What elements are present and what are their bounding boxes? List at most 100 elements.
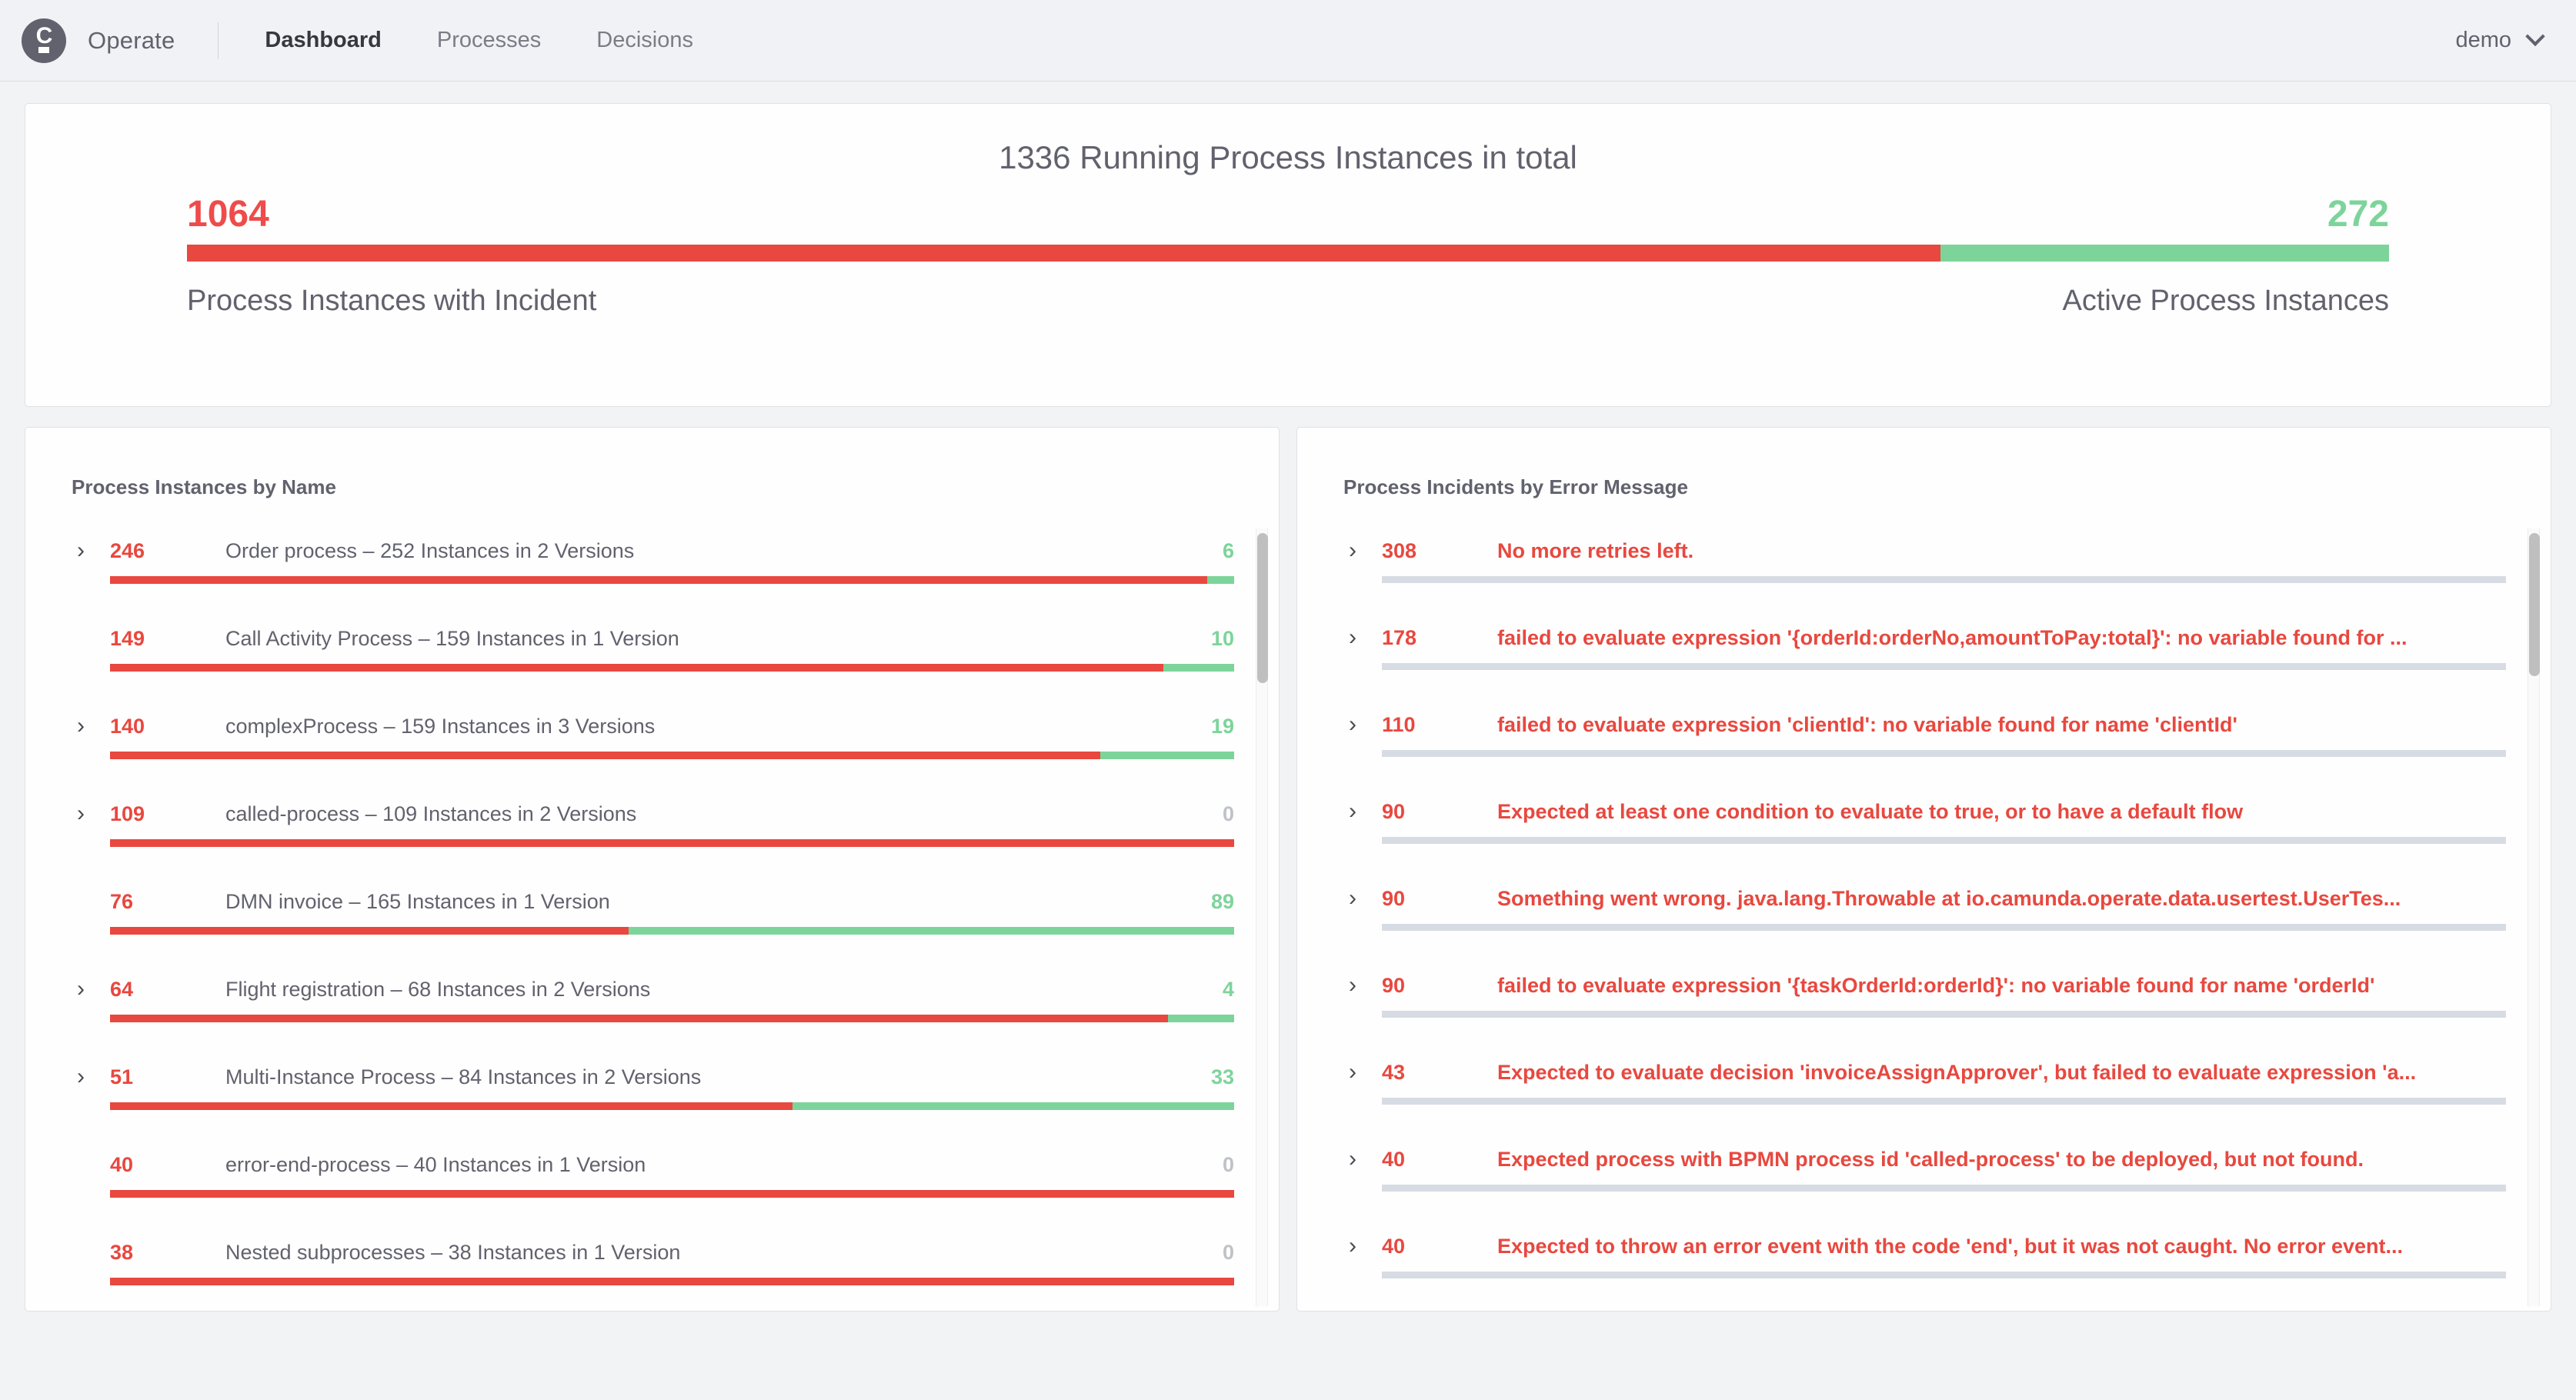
process-incidents-panel-title: Process Incidents by Error Message: [1343, 475, 1688, 498]
chevron-right-icon[interactable]: ›: [72, 715, 90, 738]
process-name-label[interactable]: DMN invoice – 165 Instances in 1 Version: [225, 890, 1191, 914]
incident-error-message[interactable]: Something went wrong. java.lang.Throwabl…: [1497, 887, 2506, 911]
process-incident-count[interactable]: 109: [110, 802, 225, 826]
chevron-right-icon[interactable]: ›: [72, 978, 90, 1001]
active-instances-label: Active Process Instances: [2062, 285, 2389, 317]
incident-count[interactable]: 43: [1382, 1061, 1497, 1085]
process-active-count[interactable]: 0: [1203, 802, 1234, 826]
incident-count[interactable]: 90: [1382, 974, 1497, 998]
incident-instances-count[interactable]: 1064: [187, 193, 269, 235]
process-active-count[interactable]: 0: [1203, 1241, 1234, 1265]
process-bar-incident-segment: [110, 664, 1163, 672]
process-name-label[interactable]: Multi-Instance Process – 84 Instances in…: [225, 1065, 1191, 1089]
metrics-values-row: 1064 272: [187, 193, 2389, 235]
incident-error-message[interactable]: Expected process with BPMN process id 'c…: [1497, 1148, 2506, 1172]
process-incident-count[interactable]: 140: [110, 715, 225, 738]
process-name-label[interactable]: called-process – 109 Instances in 2 Vers…: [225, 802, 1191, 826]
main-nav: Dashboard Processes Decisions: [265, 28, 693, 53]
incident-row-head[interactable]: › 43 Expected to evaluate decision 'invoic…: [1343, 1058, 2506, 1087]
process-row-head[interactable]: › 64 Flight registration – 68 Instances in…: [72, 975, 1234, 1004]
process-name-label[interactable]: Call Activity Process – 159 Instances in…: [225, 627, 1191, 651]
process-row-head[interactable]: ›38Nested subprocesses – 38 Instances in…: [72, 1238, 1234, 1267]
process-row-head[interactable]: ›76DMN invoice – 165 Instances in 1 Vers…: [72, 887, 1234, 916]
process-active-count[interactable]: 0: [1203, 1153, 1234, 1177]
active-instances-count[interactable]: 272: [2327, 193, 2389, 235]
process-bar-active-segment: [628, 927, 1234, 935]
chevron-right-icon[interactable]: ›: [1343, 1235, 1362, 1258]
process-row-head[interactable]: › 51 Multi-Instance Process – 84 Instances…: [72, 1062, 1234, 1092]
process-incident-count[interactable]: 246: [110, 539, 225, 563]
process-list-scrollbar[interactable]: [1256, 528, 1268, 1306]
process-incident-count[interactable]: 51: [110, 1065, 225, 1089]
process-incident-count[interactable]: 40: [110, 1153, 225, 1177]
incident-row-head[interactable]: › 308 No more retries left.: [1343, 536, 2506, 565]
incident-error-message[interactable]: failed to evaluate expression '{taskOrde…: [1497, 974, 2506, 998]
nav-item-decisions[interactable]: Decisions: [596, 28, 693, 53]
chevron-right-icon[interactable]: ›: [1343, 887, 1362, 910]
process-active-count[interactable]: 89: [1203, 890, 1234, 914]
incident-count[interactable]: 40: [1382, 1235, 1497, 1258]
incident-row-head[interactable]: › 90 failed to evaluate expression '{taskO…: [1343, 971, 2506, 1000]
incident-row-head[interactable]: › 90 Expected at least one condition to ev…: [1343, 797, 2506, 826]
incident-error-message[interactable]: failed to evaluate expression 'clientId'…: [1497, 713, 2506, 737]
chevron-right-icon[interactable]: ›: [72, 1065, 90, 1088]
incident-row-head[interactable]: › 110 failed to evaluate expression 'clien…: [1343, 710, 2506, 739]
process-active-count[interactable]: 19: [1203, 715, 1234, 738]
nav-item-dashboard[interactable]: Dashboard: [265, 28, 381, 53]
process-row-head[interactable]: › 109 called-process – 109 Instances in 2 …: [72, 799, 1234, 828]
process-bar-incident-segment: [110, 1102, 792, 1110]
process-incident-count[interactable]: 76: [110, 890, 225, 914]
incident-count[interactable]: 40: [1382, 1148, 1497, 1172]
incident-count[interactable]: 178: [1382, 626, 1497, 650]
incident-count[interactable]: 110: [1382, 713, 1497, 737]
nav-item-processes[interactable]: Processes: [437, 28, 541, 53]
process-active-count[interactable]: 10: [1203, 627, 1234, 651]
incident-count[interactable]: 90: [1382, 887, 1497, 911]
incident-count[interactable]: 308: [1382, 539, 1497, 563]
process-name-label[interactable]: Nested subprocesses – 38 Instances in 1 …: [225, 1241, 1191, 1265]
process-row-bar: [110, 576, 1234, 584]
chevron-right-icon[interactable]: ›: [1343, 626, 1362, 649]
chevron-right-icon[interactable]: ›: [1343, 800, 1362, 823]
metrics-bar-incident-segment[interactable]: [187, 245, 1941, 262]
process-row-head[interactable]: ›40error-end-process – 40 Instances in 1…: [72, 1150, 1234, 1179]
process-name-label[interactable]: Flight registration – 68 Instances in 2 …: [225, 978, 1191, 1002]
process-name-label[interactable]: Order process – 252 Instances in 2 Versi…: [225, 539, 1191, 563]
chevron-right-icon[interactable]: ›: [72, 539, 90, 562]
process-name-label[interactable]: complexProcess – 159 Instances in 3 Vers…: [225, 715, 1191, 738]
incident-error-message[interactable]: No more retries left.: [1497, 539, 2506, 563]
incident-error-message[interactable]: Expected to throw an error event with th…: [1497, 1235, 2506, 1258]
process-active-count[interactable]: 33: [1203, 1065, 1234, 1089]
chevron-right-icon[interactable]: ›: [1343, 539, 1362, 562]
chevron-right-icon[interactable]: ›: [72, 802, 90, 825]
process-incident-count[interactable]: 149: [110, 627, 225, 651]
incident-error-message[interactable]: Expected at least one condition to evalu…: [1497, 800, 2506, 824]
process-row-head[interactable]: ›149Call Activity Process – 159 Instance…: [72, 624, 1234, 653]
process-incident-count[interactable]: 64: [110, 978, 225, 1002]
incident-row-head[interactable]: › 178 failed to evaluate expression '{orde…: [1343, 623, 2506, 652]
process-name-label[interactable]: error-end-process – 40 Instances in 1 Ve…: [225, 1153, 1191, 1177]
process-incident-count[interactable]: 38: [110, 1241, 225, 1265]
incident-error-message[interactable]: failed to evaluate expression '{orderId:…: [1497, 626, 2506, 650]
process-row-bar: [110, 1190, 1234, 1198]
incident-row-head[interactable]: › 90 Something went wrong. java.lang.Throw…: [1343, 884, 2506, 913]
brand-group[interactable]: C Operate: [22, 18, 175, 63]
process-row-head[interactable]: › 246 Order process – 252 Instances in 2 V…: [72, 536, 1234, 565]
incident-list-scrollbar-thumb[interactable]: [2529, 533, 2540, 676]
incident-count[interactable]: 90: [1382, 800, 1497, 824]
chevron-right-icon[interactable]: ›: [1343, 1148, 1362, 1171]
incident-row-head[interactable]: › 40 Expected process with BPMN process id…: [1343, 1145, 2506, 1174]
chevron-right-icon[interactable]: ›: [1343, 713, 1362, 736]
process-active-count[interactable]: 4: [1203, 978, 1234, 1002]
chevron-right-icon[interactable]: ›: [1343, 1061, 1362, 1084]
process-list-scrollbar-thumb[interactable]: [1257, 533, 1268, 683]
process-row-head[interactable]: › 140 complexProcess – 159 Instances in 3 …: [72, 712, 1234, 741]
process-row: › 140 complexProcess – 159 Instances in 3 …: [72, 712, 1234, 759]
incident-row-head[interactable]: › 40 Expected to throw an error event with…: [1343, 1232, 2506, 1261]
chevron-right-icon[interactable]: ›: [1343, 974, 1362, 997]
incident-error-message[interactable]: Expected to evaluate decision 'invoiceAs…: [1497, 1061, 2506, 1085]
metrics-bar-active-segment[interactable]: [1940, 245, 2389, 262]
user-menu[interactable]: demo: [2455, 26, 2545, 53]
process-active-count[interactable]: 6: [1203, 539, 1234, 563]
incident-list-scrollbar[interactable]: [2528, 528, 2540, 1306]
